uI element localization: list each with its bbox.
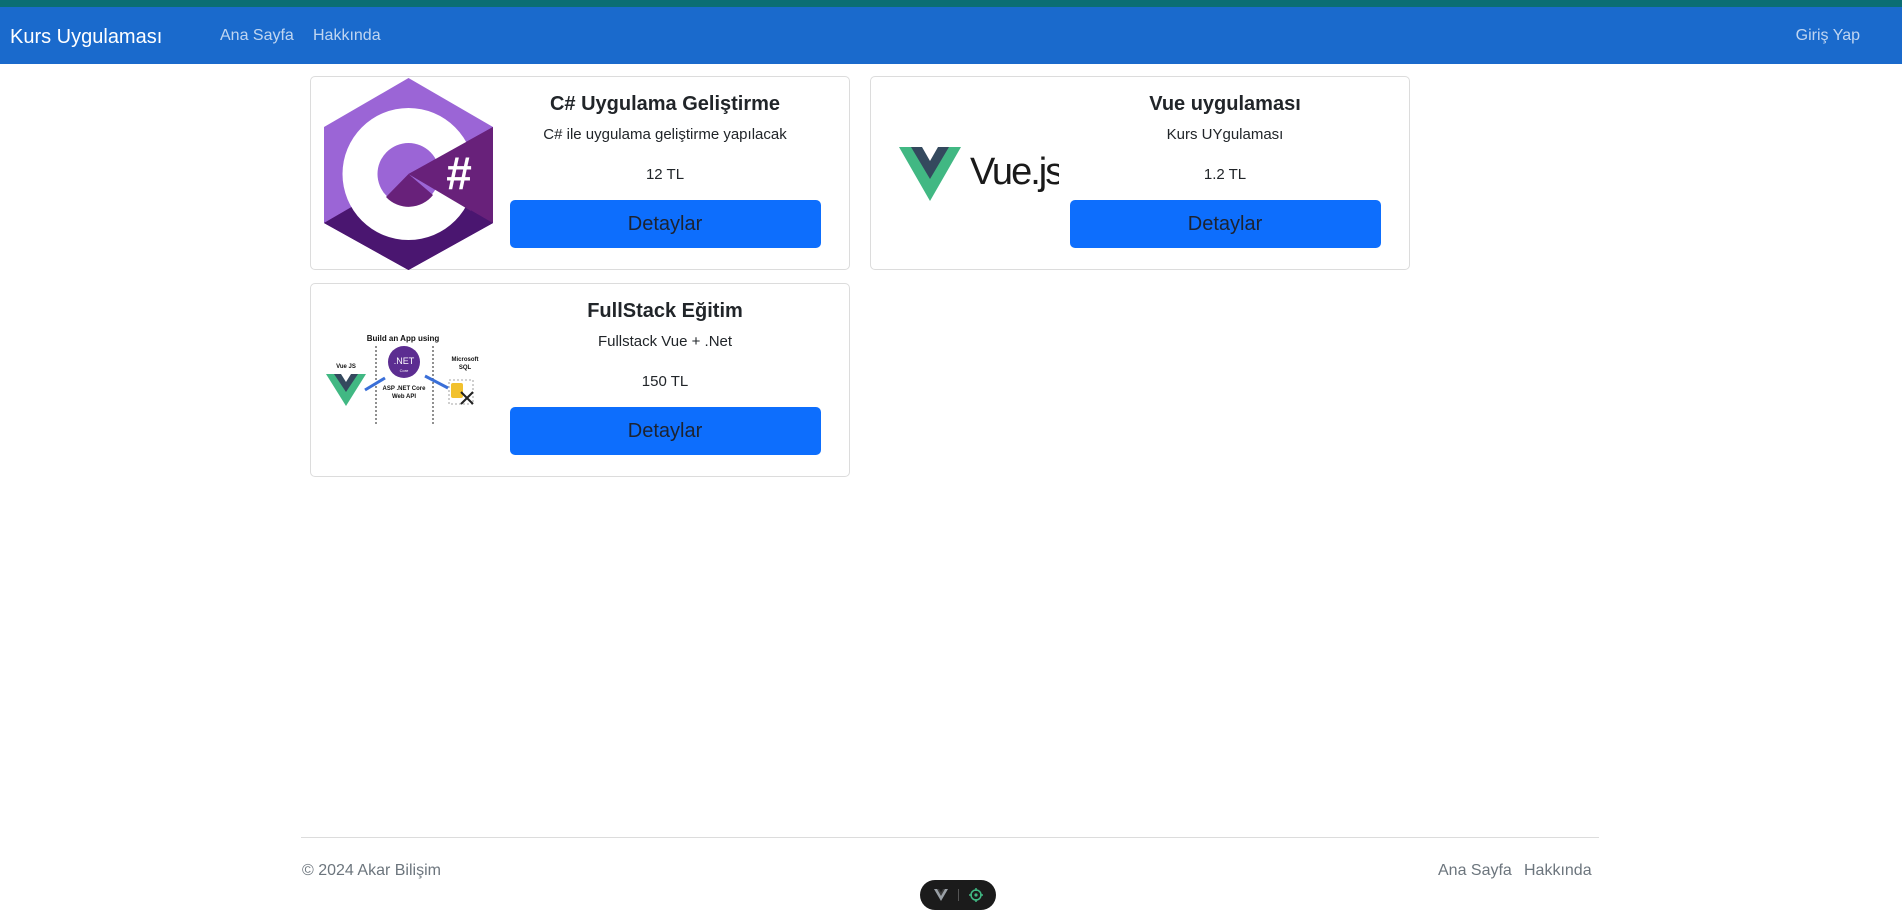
footer-divider (301, 837, 1599, 838)
course-price: 1.2 TL (1203, 166, 1247, 183)
brand-link[interactable]: Kurs Uygulaması (10, 26, 162, 49)
course-card: Vue.js Vue uygulaması Kurs UYgulaması 1.… (870, 76, 1410, 270)
course-title: Vue uygulaması (1149, 93, 1301, 115)
course-description: Kurs UYgulaması (1166, 126, 1284, 143)
nav-link-login[interactable]: Giriş Yap (1796, 27, 1860, 45)
course-price: 12 TL (645, 166, 685, 183)
course-card: Build an App using Vue JS .NET Core ASP … (310, 283, 850, 477)
vuejs-logo-icon: Vue.js (891, 77, 1066, 271)
vue-devtools-toolbar[interactable] (920, 880, 996, 910)
footer-link-home[interactable]: Ana Sayfa (1438, 862, 1512, 880)
details-button[interactable]: Detaylar (1069, 200, 1381, 248)
csharp-logo-text: # (446, 147, 472, 199)
vue-logo-icon[interactable] (933, 889, 948, 901)
course-title: FullStack Eğitim (587, 300, 743, 322)
svg-text:Core: Core (400, 368, 409, 373)
vuejs-logo-text: Vue.js (970, 151, 1059, 193)
svg-text:Build an App using: Build an App using (367, 334, 440, 343)
footer-copyright: © 2024 Akar Bilişim (302, 862, 441, 879)
nav-link-home[interactable]: Ana Sayfa (220, 27, 294, 45)
toolbar-separator (957, 889, 959, 901)
course-price: 150 TL (641, 373, 689, 390)
fullstack-diagram-icon: Build an App using Vue JS .NET Core ASP … (321, 284, 496, 478)
details-button[interactable]: Detaylar (509, 200, 821, 248)
course-card: # C# Uygulama Geliştirme C# ile uygulama… (310, 76, 850, 270)
svg-text:ASP .NET Core: ASP .NET Core (383, 386, 427, 392)
svg-text:Web API: Web API (392, 394, 416, 400)
details-button[interactable]: Detaylar (509, 407, 821, 455)
top-strip (0, 0, 1902, 7)
svg-text:.NET: .NET (394, 356, 415, 366)
svg-text:Microsoft: Microsoft (452, 357, 479, 363)
csharp-logo-icon: # (321, 77, 496, 271)
nav-link-about[interactable]: Hakkında (313, 27, 381, 45)
navbar: Kurs Uygulaması Ana Sayfa Hakkında Giriş… (0, 7, 1902, 64)
footer-link-about[interactable]: Hakkında (1524, 862, 1592, 880)
course-description: Fullstack Vue + .Net (597, 333, 733, 350)
svg-text:SQL: SQL (459, 365, 472, 371)
crosshair-icon[interactable] (968, 888, 983, 902)
course-title: C# Uygulama Geliştirme (549, 93, 781, 115)
svg-text:Vue JS: Vue JS (336, 364, 356, 370)
course-description: C# ile uygulama geliştirme yapılacak (543, 126, 787, 143)
